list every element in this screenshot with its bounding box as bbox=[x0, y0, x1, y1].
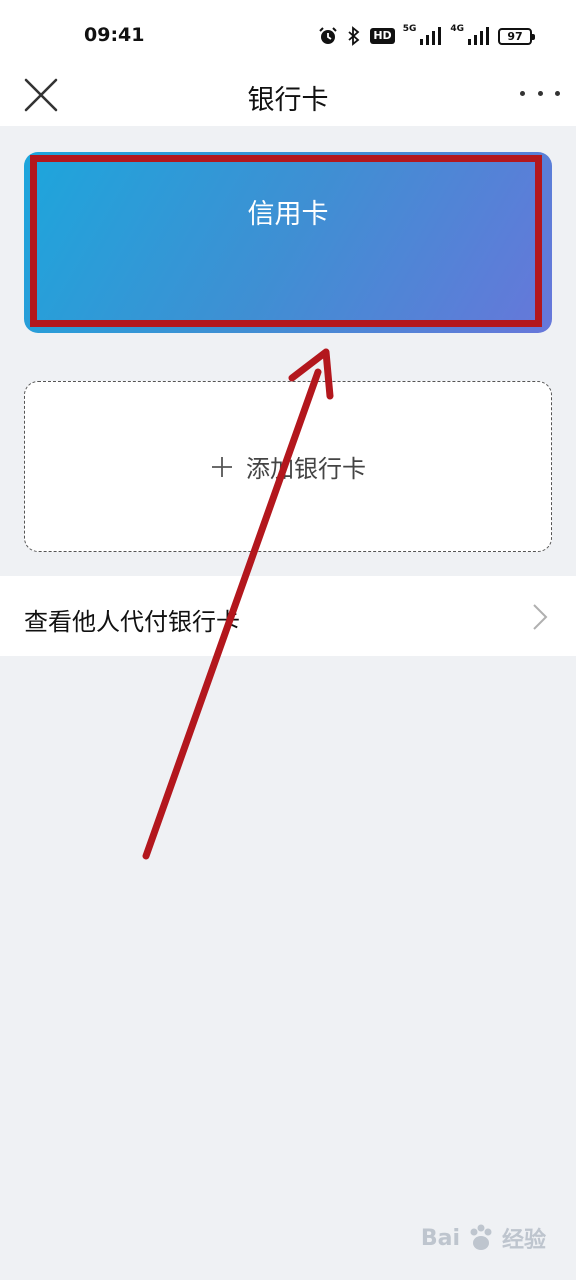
list-item-label: 查看他人代付银行卡 bbox=[24, 608, 240, 636]
watermark: Bai 经验 bbox=[421, 1222, 546, 1254]
list-item-others-paid-cards[interactable]: 查看他人代付银行卡 bbox=[0, 576, 576, 656]
signal-4g-icon bbox=[468, 27, 489, 45]
net-4g-label: 4G bbox=[450, 24, 464, 34]
more-dot bbox=[520, 90, 525, 96]
signal-5g-icon bbox=[420, 27, 442, 45]
battery-icon: 97 bbox=[498, 27, 535, 45]
paw-logo-icon bbox=[470, 1224, 492, 1250]
plus-icon bbox=[212, 456, 232, 477]
status-bar: 09:41 HD 5G 4G 97 bbox=[0, 0, 576, 66]
bluetooth-icon bbox=[348, 26, 360, 46]
nav-bar: 银行卡 bbox=[0, 66, 576, 126]
credit-card-label: 信用卡 bbox=[247, 199, 329, 230]
add-bank-card-label: 添加银行卡 bbox=[246, 455, 366, 483]
status-icons: HD 5G 4G 97 bbox=[318, 24, 535, 48]
add-bank-card-button[interactable]: 添加银行卡 bbox=[24, 381, 552, 552]
net-5g-label: 5G bbox=[402, 24, 417, 34]
alarm-icon bbox=[319, 27, 338, 44]
watermark-suffix: 经验 bbox=[501, 1228, 546, 1253]
status-time: 09:41 bbox=[84, 24, 145, 46]
hd-badge: HD bbox=[370, 28, 395, 44]
chevron-right-icon bbox=[533, 604, 548, 630]
more-dot bbox=[555, 90, 560, 96]
watermark-text: Bai bbox=[420, 1225, 460, 1251]
more-dot bbox=[537, 90, 543, 96]
more-button[interactable] bbox=[520, 78, 560, 108]
page-title: 银行卡 bbox=[247, 85, 329, 116]
credit-card[interactable]: 信用卡 bbox=[24, 152, 552, 333]
